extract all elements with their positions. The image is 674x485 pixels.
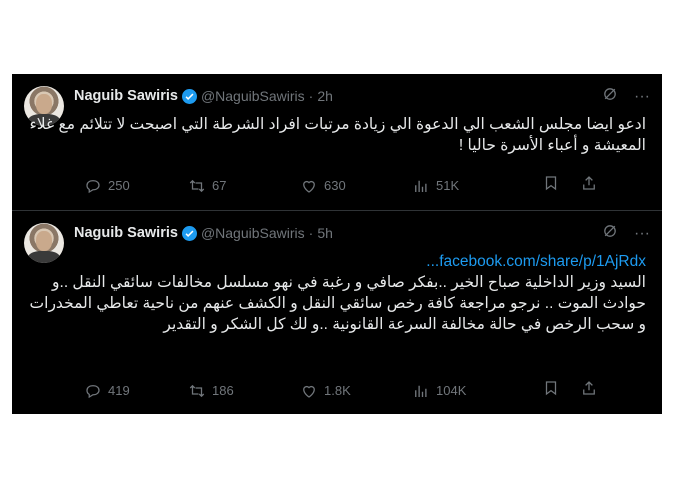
bookmark-icon[interactable] xyxy=(542,174,560,197)
avatar-face xyxy=(36,94,52,114)
verified-badge-icon xyxy=(181,88,197,104)
reply-count: 419 xyxy=(108,383,130,398)
views-icon xyxy=(415,180,427,192)
tweet-body: ادعو ايضا مجلس الشعب الي الدعوة الي زياد… xyxy=(29,116,646,154)
reply-icon xyxy=(86,384,100,398)
reply-icon xyxy=(86,179,100,193)
verified-badge-icon xyxy=(181,225,197,241)
tweet-header: Naguib Sawiris @NaguibSawiris · 2h xyxy=(74,86,333,106)
like-icon xyxy=(303,385,315,398)
retweet-button[interactable]: 67 xyxy=(188,177,300,195)
tweet-actions: 419 186 1.8K 104K xyxy=(84,379,650,402)
timestamp[interactable]: 5h xyxy=(317,225,333,241)
timestamp[interactable]: 2h xyxy=(317,88,333,104)
retweet-count: 186 xyxy=(212,383,234,398)
tweet-body: السيد وزير الداخلية صباح الخير ..بفكر صا… xyxy=(29,274,646,333)
tweet-1[interactable]: Naguib Sawiris @NaguibSawiris · 2h ··· ا… xyxy=(12,74,662,210)
views-button[interactable]: 104K xyxy=(412,382,534,400)
tweet-actions: 250 67 630 51K xyxy=(84,174,650,197)
views-button[interactable]: 51K xyxy=(412,177,534,195)
reply-count: 250 xyxy=(108,178,130,193)
retweet-count: 67 xyxy=(212,178,227,193)
author-handle[interactable]: @NaguibSawiris xyxy=(201,88,305,104)
tweet-end-actions xyxy=(542,174,598,197)
tweets-panel: Naguib Sawiris @NaguibSawiris · 2h ··· ا… xyxy=(12,74,662,414)
tweet-top-actions: ··· xyxy=(602,223,650,245)
tweet-2[interactable]: Naguib Sawiris @NaguibSawiris · 5h ··· .… xyxy=(12,210,662,415)
author-name[interactable]: Naguib Sawiris xyxy=(74,88,178,104)
reply-button[interactable]: 419 xyxy=(84,382,188,400)
avatar-face xyxy=(36,231,52,251)
share-icon[interactable] xyxy=(580,379,598,402)
like-button[interactable]: 1.8K xyxy=(300,382,412,400)
reply-button[interactable]: 250 xyxy=(84,177,188,195)
more-icon[interactable]: ··· xyxy=(634,87,650,107)
tweet-text: ادعو ايضا مجلس الشعب الي الدعوة الي زياد… xyxy=(24,114,646,156)
tweet-end-actions xyxy=(542,379,598,402)
like-count: 1.8K xyxy=(324,383,351,398)
retweet-button[interactable]: 186 xyxy=(188,382,300,400)
retweet-icon xyxy=(189,384,205,397)
views-count: 51K xyxy=(436,178,460,193)
grok-icon[interactable] xyxy=(602,86,618,108)
like-button[interactable]: 630 xyxy=(300,177,412,195)
author-handle[interactable]: @NaguibSawiris xyxy=(201,225,305,241)
like-icon xyxy=(303,180,315,193)
views-count: 104K xyxy=(436,383,467,398)
tweet-header: Naguib Sawiris @NaguibSawiris · 5h xyxy=(74,223,333,243)
retweet-icon xyxy=(189,179,205,192)
separator-dot: · xyxy=(308,88,314,104)
views-icon xyxy=(415,385,427,397)
more-icon[interactable]: ··· xyxy=(634,224,650,244)
grok-icon[interactable] xyxy=(602,223,618,245)
separator-dot: · xyxy=(308,225,314,241)
tweet-top-actions: ··· xyxy=(602,86,650,108)
tweet-text: ...facebook.com/share/p/1AjRdx السيد وزي… xyxy=(24,251,646,335)
bookmark-icon[interactable] xyxy=(542,379,560,402)
facebook-link[interactable]: ...facebook.com/share/p/1AjRdx xyxy=(24,251,646,272)
like-count: 630 xyxy=(324,178,346,193)
share-icon[interactable] xyxy=(580,174,598,197)
author-name[interactable]: Naguib Sawiris xyxy=(74,225,178,241)
